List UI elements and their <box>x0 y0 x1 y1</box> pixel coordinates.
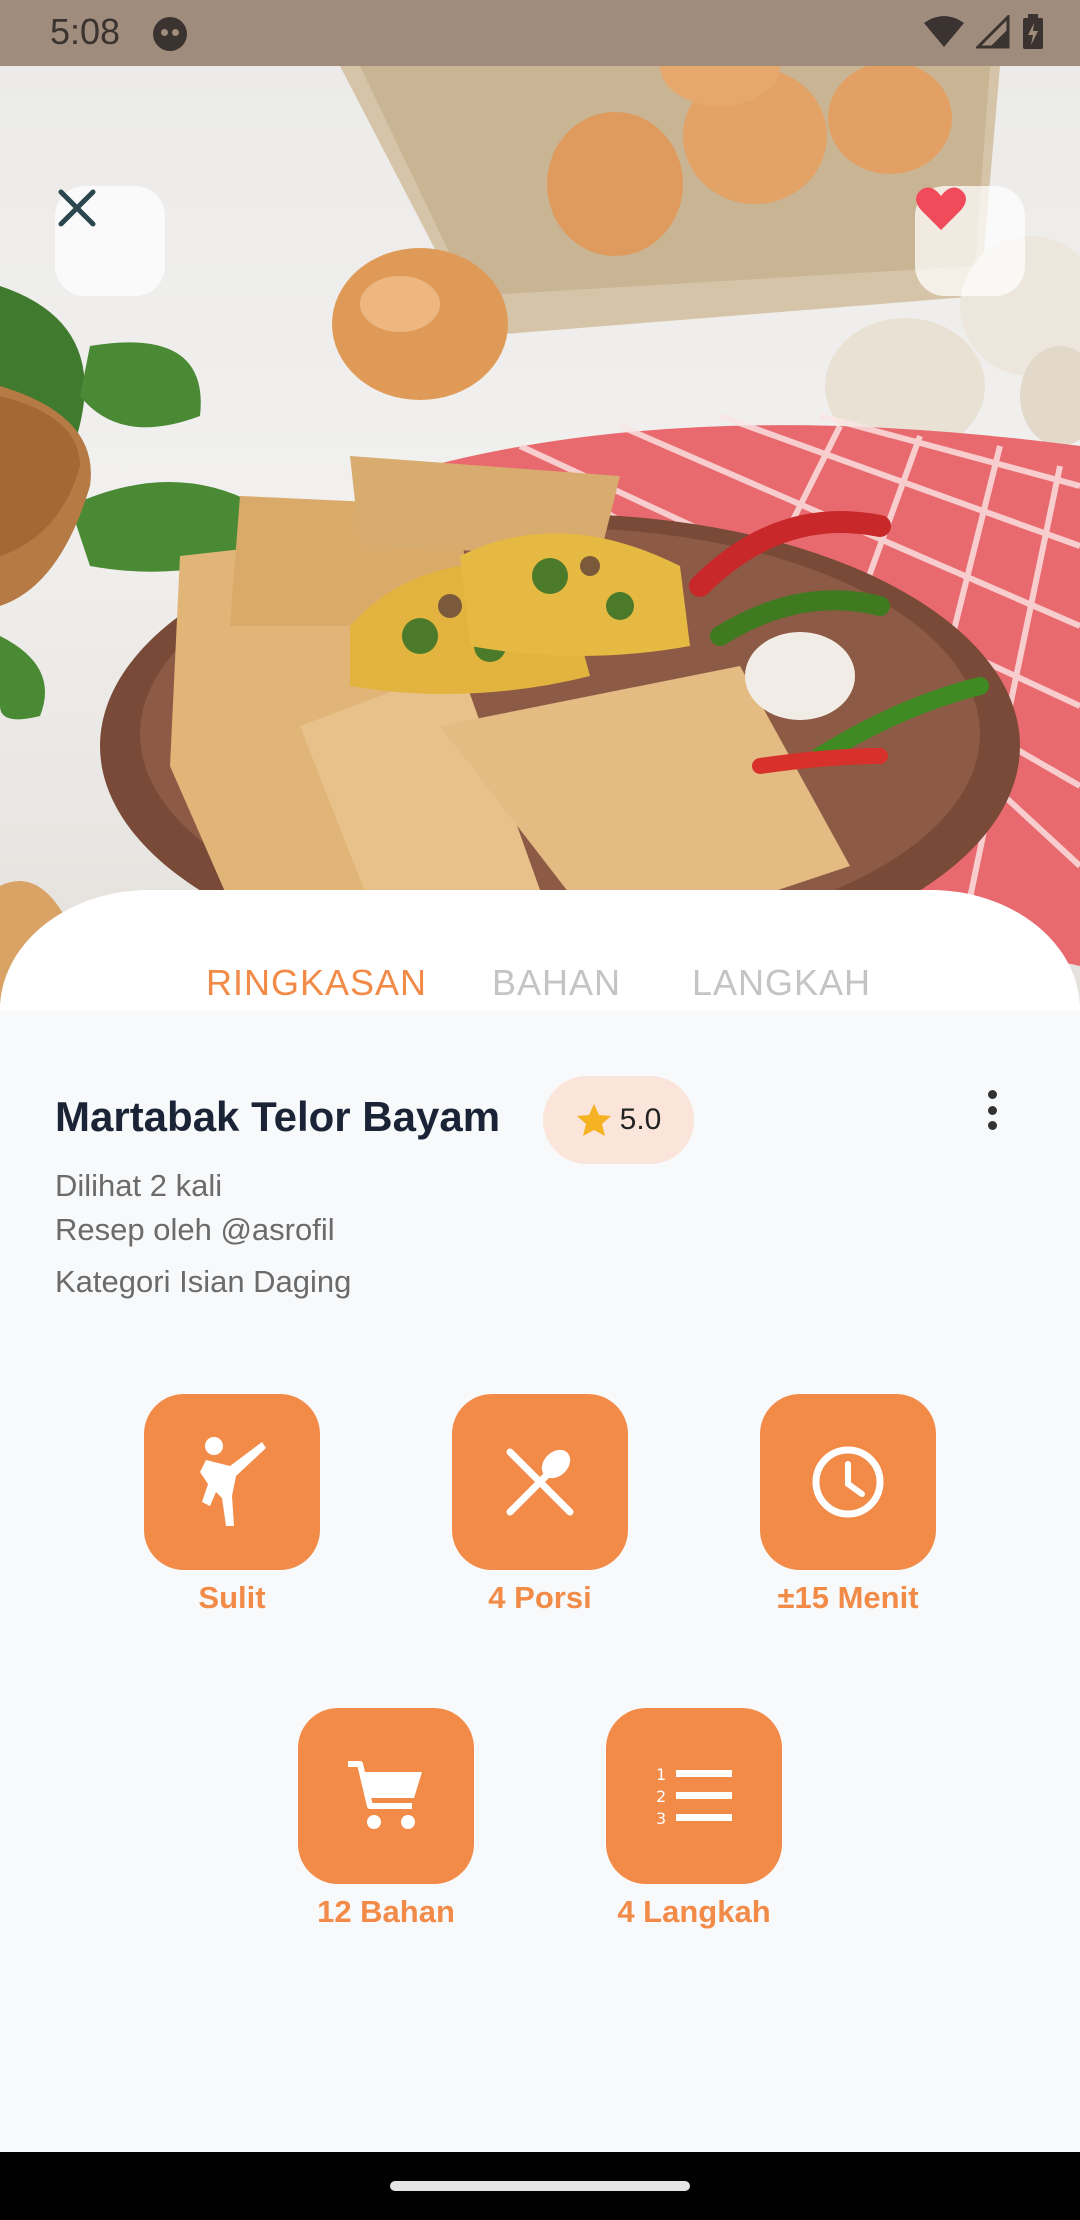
star-icon <box>576 1104 611 1136</box>
duration-tile <box>760 1394 936 1570</box>
recipe-author[interactable]: Resep oleh @asrofil <box>55 1212 335 1248</box>
steps-label: 4 Langkah <box>617 1894 771 1929</box>
recipe-category: Kategori Isian Daging <box>55 1264 352 1299</box>
rating-badge: 5.0 <box>543 1076 694 1164</box>
duration-label: ±15 Menit <box>777 1580 919 1615</box>
view-count: Dilihat 2 kali <box>55 1168 223 1203</box>
svg-text:2: 2 <box>656 1787 666 1806</box>
status-time: 5:08 <box>50 11 121 52</box>
utensils-icon <box>506 1448 574 1516</box>
ingredients-tile <box>298 1708 474 1884</box>
home-gesture-handle[interactable] <box>390 2181 690 2191</box>
wifi-icon <box>924 16 964 47</box>
status-bar: 5:08 <box>0 0 1080 66</box>
servings-tile <box>452 1394 628 1570</box>
difficulty-tile <box>144 1394 320 1570</box>
recipe-title: Martabak Telor Bayam <box>55 1093 501 1140</box>
clock-icon <box>812 1446 884 1518</box>
svg-text:1: 1 <box>656 1765 666 1784</box>
rating-value: 5.0 <box>619 1103 662 1136</box>
tab-ringkasan[interactable]: RINGKASAN <box>206 962 427 1004</box>
tab-langkah[interactable]: LANGKAH <box>692 962 871 1004</box>
signal-icon <box>976 15 1010 49</box>
difficulty-label: Sulit <box>198 1580 266 1615</box>
steps-tile: 1 2 3 <box>606 1708 782 1884</box>
ingredients-label: 12 Bahan <box>317 1894 455 1929</box>
notification-icon <box>153 17 187 51</box>
cart-icon <box>348 1761 422 1829</box>
tab-bahan[interactable]: BAHAN <box>492 962 621 1004</box>
more-options-button[interactable] <box>972 1086 1012 1134</box>
close-icon <box>58 189 96 227</box>
svg-text:3: 3 <box>656 1809 666 1828</box>
favorite-button[interactable] <box>915 186 1025 296</box>
more-vert-icon <box>987 1090 997 1099</box>
martial-arts-icon <box>200 1437 266 1526</box>
heart-icon <box>916 187 966 230</box>
servings-label: 4 Porsi <box>488 1580 592 1615</box>
battery-icon <box>1023 14 1043 49</box>
recipe-hero-image <box>0 66 1080 1016</box>
numbered-list-icon: 1 2 3 <box>656 1765 732 1828</box>
close-button[interactable] <box>55 186 165 296</box>
status-icons <box>924 14 1044 50</box>
